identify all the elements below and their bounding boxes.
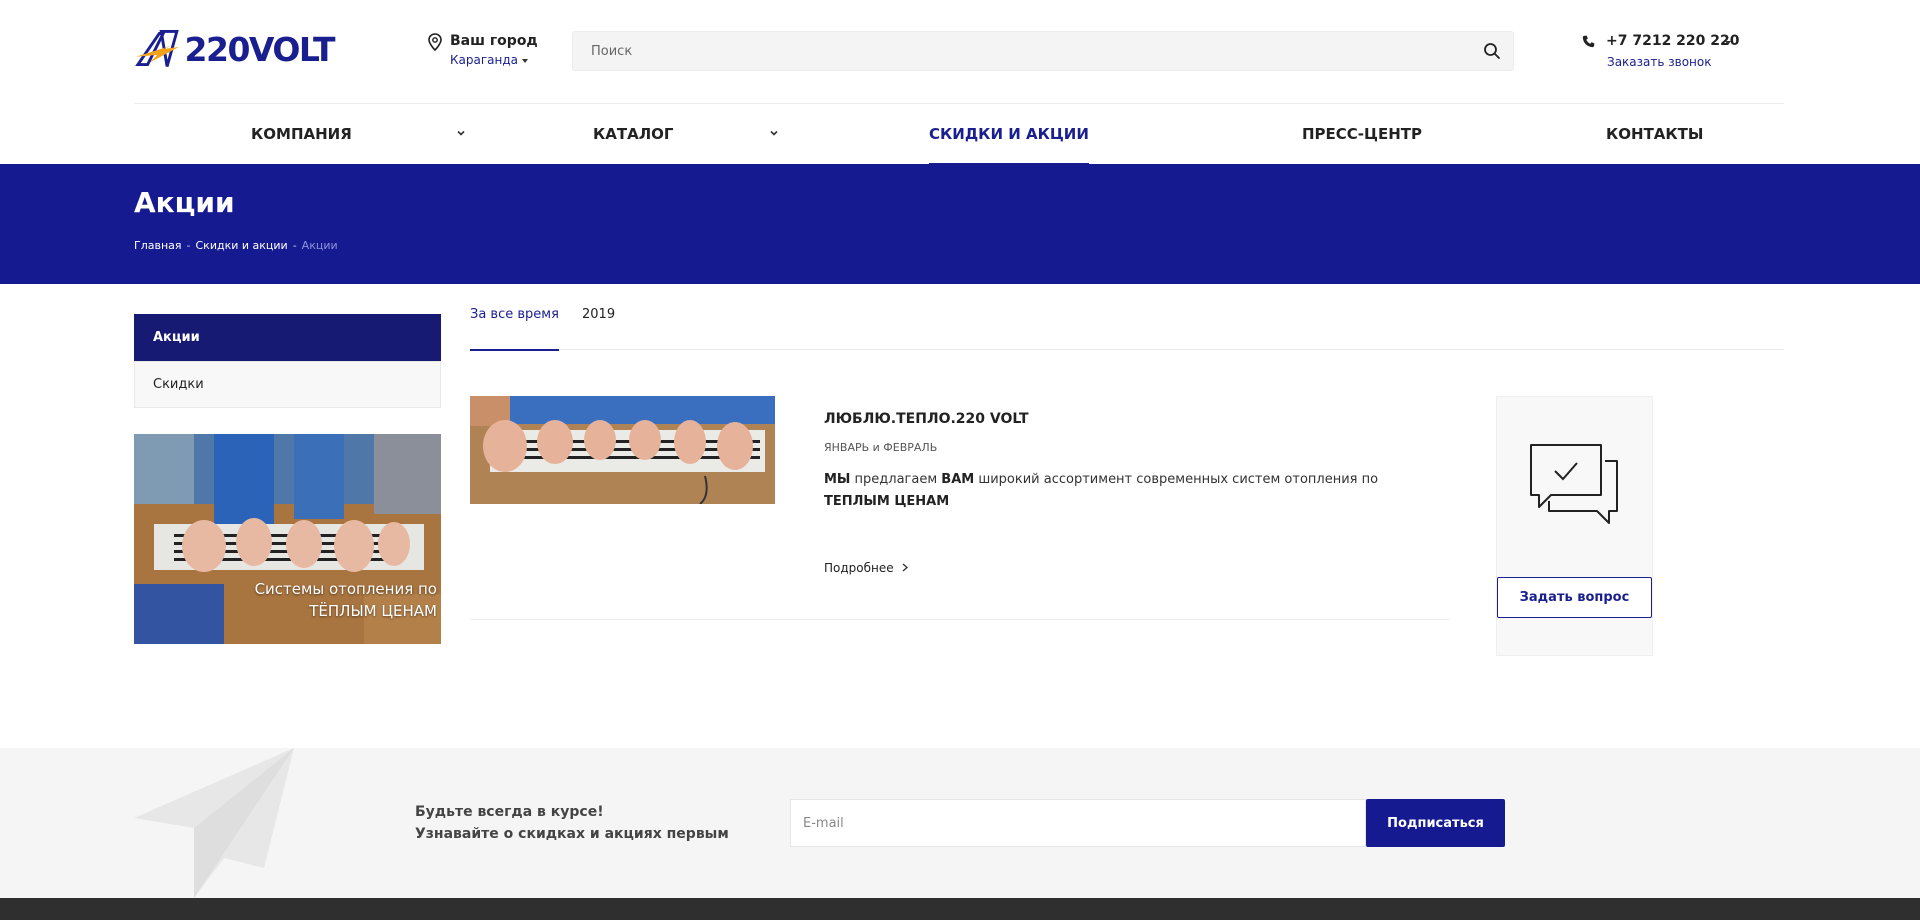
chevron-right-icon	[902, 561, 908, 575]
subscribe-subheading: Узнавайте о скидках и акциях первым	[415, 826, 729, 842]
caret-down-icon[interactable]	[1725, 41, 1731, 45]
nav-item-catalog[interactable]: КАТАЛОГ	[593, 104, 673, 164]
logo-text: 220VOLT	[184, 29, 336, 69]
footer-bar	[0, 898, 1920, 920]
sidebar-item-label: Акции	[153, 330, 200, 345]
chevron-down-icon[interactable]	[456, 128, 466, 138]
ask-question-button[interactable]: Задать вопрос	[1497, 577, 1652, 618]
promo-banner[interactable]: Системы отопления по ТЁПЛЫМ ЦЕНАМ	[134, 434, 441, 644]
desc-bold: МЫ	[824, 472, 851, 487]
sidebar-item-promotions[interactable]: Акции	[134, 314, 441, 361]
article-image[interactable]	[470, 396, 775, 504]
read-more-link[interactable]: Подробнее	[824, 561, 908, 575]
nav-label: ПРЕСС-ЦЕНТР	[1302, 125, 1422, 143]
breadcrumb-discounts[interactable]: Скидки и акции	[196, 239, 288, 252]
read-more-label: Подробнее	[824, 561, 894, 575]
tab-label: 2019	[582, 307, 616, 322]
main-nav: КОМПАНИЯ КАТАЛОГ СКИДКИ И АКЦИИ ПРЕСС-ЦЕ…	[0, 104, 1920, 165]
promo-line: ТЁПЛЫМ ЦЕНАМ	[309, 602, 437, 620]
breadcrumb-home[interactable]: Главная	[134, 239, 182, 252]
caret-down-icon	[522, 58, 528, 63]
sidebar-menu: Акции Скидки	[134, 314, 441, 408]
subscribe-button[interactable]: Подписаться	[1366, 799, 1505, 847]
promo-line: Системы отопления по	[254, 580, 437, 598]
search-button[interactable]	[1481, 40, 1503, 62]
breadcrumb-current: Акции	[301, 239, 338, 252]
search-bar	[572, 31, 1514, 71]
desc-bold: ТЕПЛЫМ ЦЕНАМ	[824, 494, 950, 509]
desc-bold: ВАМ	[941, 472, 975, 487]
breadcrumb-separator: -	[186, 239, 191, 252]
subscribe-section: Будьте всегда в курсе! Узнавайте о скидк…	[0, 748, 1920, 898]
breadcrumb-separator: -	[292, 239, 297, 252]
callback-link[interactable]: Заказать звонок	[1607, 55, 1712, 69]
article-divider	[470, 619, 1450, 620]
logo[interactable]: 220VOLT	[134, 26, 336, 72]
article-description: МЫ предлагаем ВАМ широкий ассортимент со…	[824, 469, 1424, 513]
nav-label: КОНТАКТЫ	[1606, 125, 1704, 143]
breadcrumb: Главная - Скидки и акции - Акции	[134, 239, 338, 252]
email-field[interactable]	[790, 799, 1366, 847]
nav-item-company[interactable]: КОМПАНИЯ	[251, 104, 352, 164]
nav-item-contacts[interactable]: КОНТАКТЫ	[1606, 104, 1703, 164]
article-title[interactable]: ЛЮБЛЮ.ТЕПЛО.220 VOLT	[824, 411, 1029, 427]
city-name: Караганда	[450, 53, 518, 67]
article-photo	[470, 396, 775, 504]
city-label: Ваш город	[450, 33, 538, 49]
nav-label: КОМПАНИЯ	[251, 125, 352, 143]
ask-question-box: Задать вопрос	[1496, 396, 1653, 656]
sidebar-item-discounts[interactable]: Скидки	[134, 361, 441, 408]
city-value[interactable]: Караганда	[450, 53, 528, 67]
site-header: 220VOLT Ваш город Караганда +7 7212 220 …	[0, 0, 1920, 103]
lightning-logo-icon	[135, 30, 179, 67]
sidebar-item-label: Скидки	[153, 377, 204, 392]
page-title: Акции	[134, 186, 235, 219]
nav-item-press[interactable]: ПРЕСС-ЦЕНТР	[1302, 104, 1422, 164]
nav-label: КАТАЛОГ	[593, 125, 674, 143]
tab-all-time[interactable]: За все время	[470, 300, 559, 351]
subscribe-heading: Будьте всегда в курсе!	[415, 804, 604, 820]
article-period: ЯНВАРЬ и ФЕВРАЛЬ	[824, 441, 938, 454]
paper-plane-icon	[134, 748, 294, 898]
desc-text: широкий ассортимент современных систем о…	[974, 472, 1379, 487]
period-tabs: За все время 2019	[470, 300, 1784, 351]
subscribe-text: Будьте всегда в курсе! Узнавайте о скидк…	[415, 801, 729, 845]
chevron-down-icon[interactable]	[769, 128, 779, 138]
search-icon	[1484, 43, 1500, 59]
desc-text: предлагаем	[850, 472, 942, 487]
chat-check-icon	[1530, 444, 1618, 524]
search-input[interactable]	[573, 32, 1453, 70]
promo-banner-text: Системы отопления по ТЁПЛЫМ ЦЕНАМ	[255, 578, 437, 622]
page-banner: Акции Главная - Скидки и акции - Акции	[0, 164, 1920, 284]
nav-item-discounts[interactable]: СКИДКИ И АКЦИИ	[929, 104, 1089, 165]
tab-label: За все время	[470, 307, 559, 322]
location-pin-icon	[428, 33, 442, 51]
phone-icon	[1582, 35, 1595, 48]
phone-number[interactable]: +7 7212 220 220	[1606, 33, 1740, 49]
tab-2019[interactable]: 2019	[582, 300, 615, 350]
nav-label: СКИДКИ И АКЦИИ	[929, 125, 1089, 143]
